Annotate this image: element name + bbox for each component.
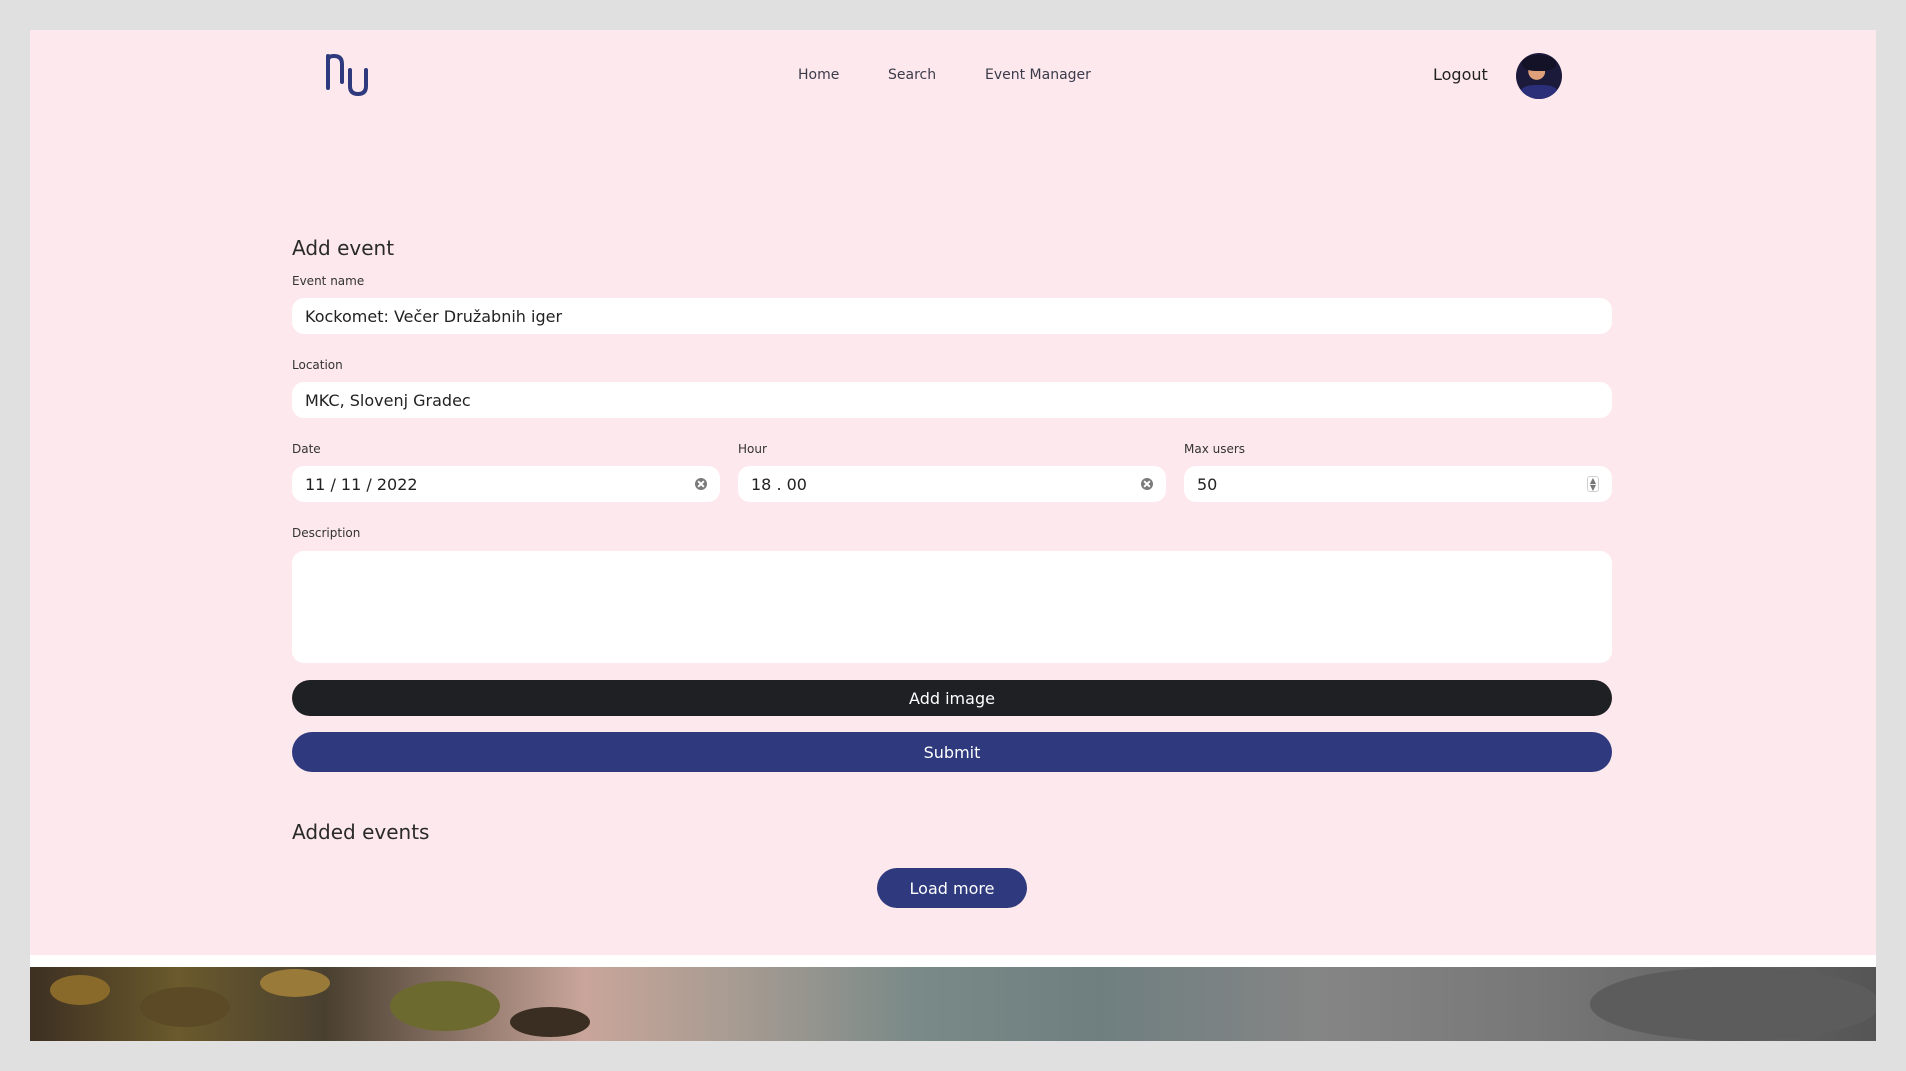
max-users-input[interactable]: 50 ▲ ▼ — [1184, 466, 1612, 502]
hour-input[interactable]: 18 . 00 — [738, 466, 1166, 502]
avatar-hair — [1522, 55, 1556, 71]
footer-foliage — [140, 987, 230, 1027]
footer-foliage — [510, 1007, 590, 1037]
location-label: Location — [292, 358, 343, 372]
avatar-shirt — [1520, 85, 1558, 99]
submit-button[interactable]: Submit — [292, 732, 1612, 772]
max-users-label: Max users — [1184, 442, 1246, 456]
clear-icon[interactable] — [1141, 478, 1153, 490]
nav-home-link[interactable]: Home — [798, 67, 839, 83]
add-image-button[interactable]: Add image — [292, 680, 1612, 716]
nav-search-link[interactable]: Search — [888, 67, 936, 83]
location-input[interactable]: MKC, Slovenj Gradec — [292, 382, 1612, 418]
footer-foliage — [50, 975, 110, 1005]
load-more-button[interactable]: Load more — [877, 868, 1027, 908]
browser-viewport: Home Search Event Manager Logout Add eve… — [30, 30, 1876, 1041]
added-events-heading: Added events — [292, 820, 430, 844]
max-users-value: 50 — [1197, 474, 1218, 494]
event-name-input[interactable]: Kockomet: Večer Družabnih iger — [292, 298, 1612, 334]
stepper-icon[interactable]: ▲ ▼ — [1587, 476, 1599, 492]
event-name-label: Event name — [292, 274, 365, 288]
date-label: Date — [292, 442, 321, 456]
footer-image — [30, 967, 1876, 1041]
description-label: Description — [292, 526, 361, 540]
hour-label: Hour — [738, 442, 767, 456]
event-name-value: Kockomet: Večer Družabnih iger — [305, 306, 563, 326]
clear-icon[interactable] — [695, 478, 707, 490]
add-event-heading: Add event — [292, 236, 395, 260]
nav-event-manager-link[interactable]: Event Manager — [985, 67, 1091, 83]
footer-foliage — [260, 969, 330, 997]
logout-link[interactable]: Logout — [1433, 65, 1488, 84]
date-input[interactable]: 11 / 11 / 2022 — [292, 466, 720, 502]
description-textarea[interactable] — [292, 551, 1612, 663]
avatar[interactable] — [1516, 53, 1562, 99]
main-nav: Home Search Event Manager — [30, 67, 1876, 87]
footer-shadow — [1590, 967, 1876, 1041]
location-value: MKC, Slovenj Gradec — [305, 390, 471, 410]
page: Home Search Event Manager Logout Add eve… — [30, 30, 1876, 955]
hour-value: 18 . 00 — [751, 474, 807, 494]
date-value: 11 / 11 / 2022 — [305, 474, 418, 494]
footer-foliage — [390, 981, 500, 1031]
